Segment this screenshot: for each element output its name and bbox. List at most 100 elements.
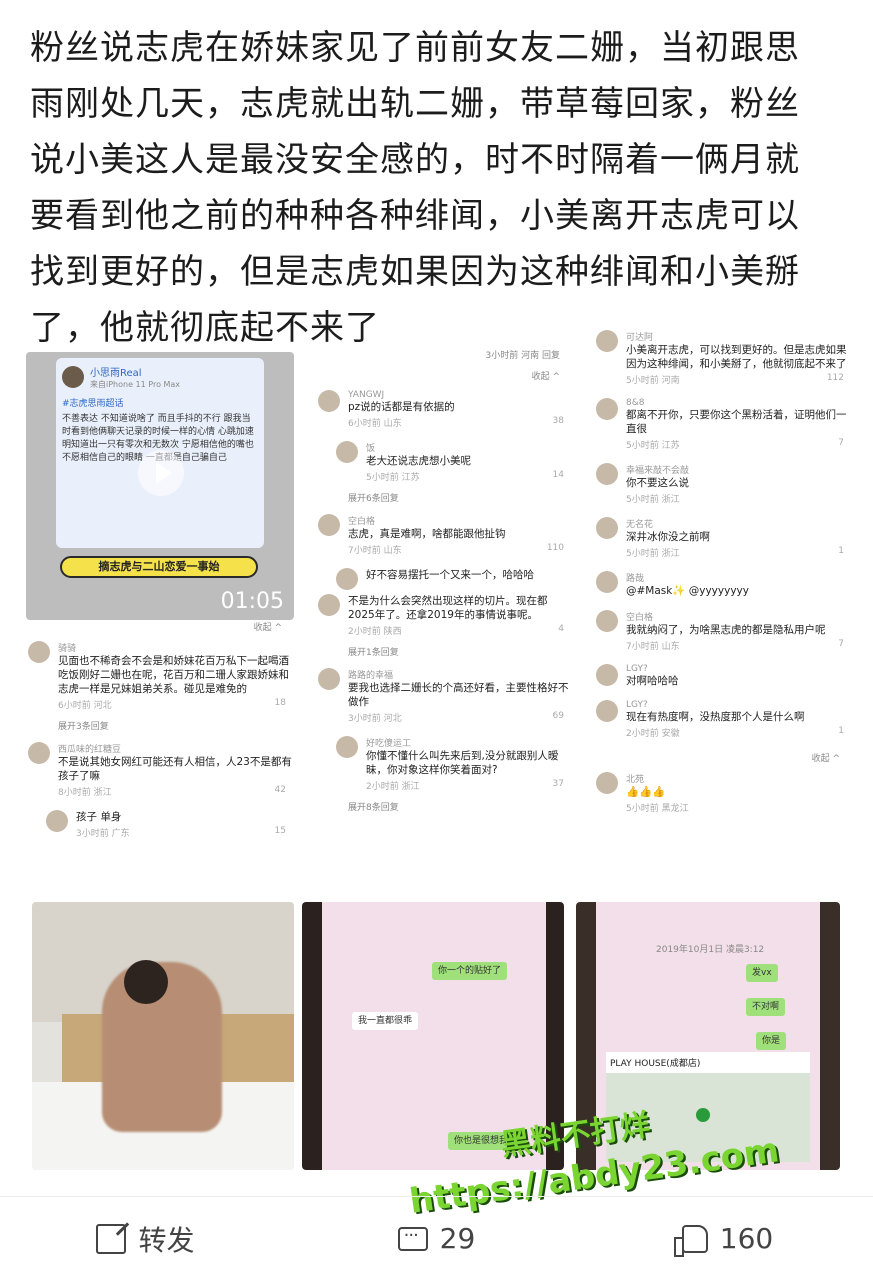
comment-likes: 69 (552, 711, 564, 721)
photo-bedroom[interactable] (32, 902, 294, 1170)
share-button[interactable]: 转发 (0, 1219, 291, 1259)
comment-screenshot-right[interactable]: 可达阿 小美离开志虎，可以找到更好的。但是志虎如果因为这种绯闻，和小美掰了，他就… (592, 330, 852, 890)
comment-text: 你不要这么说 (626, 477, 689, 489)
video-duration: 01:05 (220, 589, 284, 614)
list-item: 不是为什么会突然出现这样的切片。现在都2025年了。还拿2019年的事情说事呢。… (314, 594, 572, 637)
comment-screenshot-left[interactable]: 收起 ^ 骑骑 见面也不稀奇会不会是和娇妹花百万私下一起喝酒吃饭刚好二姗也在呢，… (24, 620, 294, 890)
comment-screenshot-middle[interactable]: 3小时前 河南 回复 收起 ^ YANGWJ pz说的话都是有依据的 6小时前 … (314, 348, 572, 890)
comment-text: 要我也选择二姗长的个高还好看，主要性格好不做作 (348, 682, 569, 708)
chat-bubble: 你是 (756, 1032, 787, 1050)
comment-time: 3小时前 广东 (76, 829, 130, 839)
comment-likes: 15 (274, 826, 286, 836)
like-count: 160 (719, 1222, 774, 1255)
video-caption: 摘志虎与二山恋爱一事始 (60, 556, 258, 578)
comment-text: 小美离开志虎，可以找到更好的。但是志虎如果因为这种绯闻，和小美掰了，他就彻底起不… (626, 344, 847, 370)
comment-meta: 3小时前 河南 回复 (485, 351, 560, 361)
comment-likes: 112 (826, 373, 844, 383)
list-item: 幸福来敲不会敲 你不要这么说 5小时前 浙江 (592, 463, 852, 505)
list-item: 饭 老大还说志虎想小美呢 5小时前 江苏 14 (332, 441, 572, 483)
avatar (336, 736, 358, 758)
comment-name: YANGWJ (348, 390, 385, 400)
avatar (46, 810, 68, 832)
comment-name: 好吃傻运工 (366, 739, 412, 749)
comment-time: 7小时前 山东 (626, 642, 680, 652)
comment-time: 6小时前 河北 (58, 701, 112, 711)
comment-likes: 14 (552, 470, 564, 480)
comment-button[interactable]: 29 (291, 1222, 582, 1255)
location-name: PLAY HOUSE(成都店) (606, 1052, 810, 1073)
avatar (596, 772, 618, 794)
avatar (28, 641, 50, 663)
comment-text: 孩子 单身 (76, 811, 122, 823)
action-bar: 转发 29 160 (0, 1196, 873, 1280)
avatar (28, 742, 50, 764)
comment-name: LGY? (626, 664, 648, 674)
comment-name: 8&8 (626, 398, 645, 408)
avatar (596, 330, 618, 352)
chat-bubble: 我一直都很乖 (352, 1012, 419, 1030)
video-thumbnail[interactable]: 小思雨Real 来自iPhone 11 Pro Max #志虎思雨超话 不善表达… (26, 352, 294, 620)
expand-replies: 展开6条回复 (348, 494, 399, 504)
avatar (596, 398, 618, 420)
comment-time: 5小时前 江苏 (626, 441, 680, 451)
comment-name: 空白格 (348, 517, 376, 527)
comment-text: 好不容易摆托一个又来一个，哈哈哈 (366, 569, 534, 581)
comment-name: 骑骑 (58, 644, 77, 654)
comment-time: 3小时前 河北 (348, 714, 402, 724)
comment-likes: 38 (552, 416, 564, 426)
share-label: 转发 (138, 1223, 195, 1257)
video-tag: #志虎思雨超话 (62, 399, 124, 409)
list-item: 无名花 深井冰你没之前啊 5小时前 浙江 1 (592, 517, 852, 559)
comment-icon (397, 1225, 428, 1251)
comment-likes: 7 (838, 639, 844, 649)
comment-likes: 37 (552, 779, 564, 789)
chat-bubble: 你一个的贴好了 (432, 962, 508, 980)
avatar (596, 463, 618, 485)
comment-text: 深井冰你没之前啊 (626, 531, 710, 543)
avatar (596, 700, 618, 722)
comment-name: 可达阿 (626, 333, 654, 343)
comment-text: @#Mask✨ @yyyyyyyy (626, 585, 749, 597)
comment-name: 无名花 (626, 520, 654, 530)
avatar (596, 517, 618, 539)
avatar (336, 568, 358, 590)
comment-count: 29 (439, 1222, 476, 1255)
image-grid: 小思雨Real 来自iPhone 11 Pro Max #志虎思雨超话 不善表达… (24, 330, 852, 1190)
comment-text: 志虎，真是难啊，啥都能跟他扯钩 (348, 528, 506, 540)
comment-name: 幸福来敲不会敲 (626, 466, 690, 476)
comment-text: 都离不开你，只要你这个黑粉活着，证明他们一直很 (626, 409, 847, 435)
comment-name: 西瓜味的红糖豆 (58, 745, 122, 755)
like-button[interactable]: 160 (582, 1222, 873, 1257)
fold-link: 收起 ^ (531, 372, 560, 382)
list-item: 北苑 👍👍👍 5小时前 黑龙江 (592, 772, 852, 814)
comment-text: 现在有热度啊，没热度那个人是什么啊 (626, 711, 805, 723)
comment-text: 👍👍👍 (626, 786, 666, 798)
list-item: YANGWJ pz说的话都是有依据的 6小时前 山东 38 (314, 390, 572, 429)
comment-text: pz说的话都是有依据的 (348, 401, 455, 413)
fold-link: 收起 ^ (253, 623, 282, 633)
list-item: 路路的幸福 要我也选择二姗长的个高还好看，主要性格好不做作 3小时前 河北 69 (314, 668, 572, 724)
map-pin-icon (696, 1108, 710, 1122)
comment-text: 我就纳闷了，为啥黑志虎的都是隐私用户呢 (626, 624, 826, 636)
comment-name: 北苑 (626, 775, 645, 785)
list-item: 西瓜味的红糖豆 不是说其她女网红可能还有人相信，人23不是都有孩子了嘛 8小时前… (24, 742, 294, 798)
avatar (596, 571, 618, 593)
list-item: 骑骑 见面也不稀奇会不会是和娇妹花百万私下一起喝酒吃饭刚好二姗也在呢，花百万和二… (24, 641, 294, 711)
comment-time: 6小时前 山东 (348, 419, 402, 429)
comment-likes: 1 (838, 726, 844, 736)
comment-time: 5小时前 浙江 (626, 495, 680, 505)
comment-likes: 18 (274, 698, 286, 708)
video-device: 来自iPhone 11 Pro Max (90, 380, 181, 389)
avatar (318, 668, 340, 690)
avatar (596, 664, 618, 686)
avatar (62, 366, 84, 388)
comment-time: 2小时前 浙江 (366, 782, 420, 792)
comment-text: 不是说其她女网红可能还有人相信，人23不是都有孩子了嘛 (58, 756, 292, 782)
video-account-name: 小思雨Real (90, 368, 142, 379)
avatar (596, 610, 618, 632)
play-icon[interactable] (138, 450, 184, 496)
comment-time: 2小时前 安徽 (626, 729, 680, 739)
list-item: 路哉 @#Mask✨ @yyyyyyyy (592, 571, 852, 598)
avatar (318, 390, 340, 412)
list-item: LGY? 现在有热度啊，没热度那个人是什么啊 2小时前 安徽 1 (592, 700, 852, 739)
